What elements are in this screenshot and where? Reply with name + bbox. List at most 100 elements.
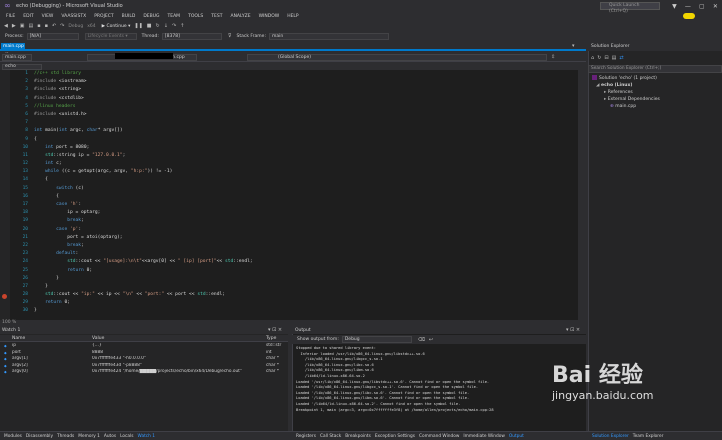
- code-line[interactable]: {: [34, 136, 574, 144]
- configuration-dropdown[interactable]: Debug: [68, 24, 83, 29]
- code-line[interactable]: return 0;: [34, 299, 574, 307]
- user-account-badge[interactable]: [683, 13, 695, 19]
- refresh-icon[interactable]: ↻: [597, 55, 601, 61]
- code-line[interactable]: break;: [34, 217, 574, 225]
- watch-col-name[interactable]: Name: [12, 336, 25, 341]
- project-dropdown[interactable]: echo: [2, 63, 42, 70]
- bottom-tab[interactable]: Autos: [104, 434, 116, 439]
- word-wrap-icon[interactable]: ↩: [429, 337, 433, 343]
- code-line[interactable]: ip = optarg;: [34, 209, 574, 217]
- tree-item-solution[interactable]: Solution 'echo' (1 project): [592, 75, 720, 82]
- redo-icon[interactable]: ↷: [60, 23, 64, 29]
- step-over-icon[interactable]: ↷: [172, 23, 176, 29]
- bottom-tab[interactable]: Command Window: [419, 434, 459, 439]
- close-button[interactable]: ✕: [713, 3, 718, 10]
- code-line[interactable]: {: [34, 176, 574, 184]
- code-line[interactable]: //c++ std library: [34, 70, 574, 78]
- breakpoint-marker-icon[interactable]: [2, 294, 7, 299]
- editor-vertical-scrollbar[interactable]: [578, 70, 586, 320]
- tree-item-external-dependencies[interactable]: ▸ External Dependencies: [592, 96, 720, 103]
- code-line[interactable]: }: [34, 275, 574, 283]
- menu-analyze[interactable]: ANALYZE: [230, 14, 250, 19]
- menu-team[interactable]: TEAM: [168, 14, 181, 19]
- code-line[interactable]: std::cout << "ip:" << ip << "\n" << "por…: [34, 291, 574, 299]
- watch-col-value[interactable]: Value: [92, 336, 104, 341]
- bottom-tab[interactable]: Registers: [296, 434, 316, 439]
- stop-icon[interactable]: ■: [147, 23, 152, 29]
- platform-dropdown[interactable]: x64: [87, 24, 95, 29]
- menu-window[interactable]: WINDOW: [259, 14, 280, 19]
- lifecycle-events-dropdown[interactable]: Lifecycle Events ▾: [84, 32, 137, 40]
- step-out-icon[interactable]: ↑: [180, 23, 184, 29]
- code-line[interactable]: switch (c): [34, 185, 574, 193]
- code-line[interactable]: default:: [34, 250, 574, 258]
- step-into-icon[interactable]: ↓: [164, 23, 168, 29]
- collapse-all-icon[interactable]: ⊟: [604, 55, 608, 61]
- output-source-dropdown[interactable]: Debug: [341, 336, 412, 343]
- menu-view[interactable]: VIEW: [42, 14, 54, 19]
- bottom-tab[interactable]: Memory 1: [78, 434, 100, 439]
- tab-main-cpp[interactable]: main.cpp ×: [1, 43, 25, 57]
- menu-vaassistx[interactable]: VAASSISTX: [61, 14, 86, 19]
- pause-icon[interactable]: ❚❚: [134, 23, 142, 29]
- save-all-icon[interactable]: ▪: [45, 23, 48, 29]
- watch-name[interactable]: argv[0]: [12, 369, 90, 376]
- code-line[interactable]: int port = 8080;: [34, 144, 574, 152]
- menu-file[interactable]: FILE: [6, 14, 15, 19]
- new-project-icon[interactable]: ▣: [20, 23, 25, 29]
- home-icon[interactable]: ⌂: [591, 55, 594, 61]
- clear-output-icon[interactable]: ⌫: [418, 337, 425, 343]
- code-line[interactable]: case 'h':: [34, 201, 574, 209]
- code-line[interactable]: return 0;: [34, 267, 574, 275]
- filter-icon[interactable]: ⊽: [228, 33, 232, 39]
- code-line[interactable]: #include <unistd.h>: [34, 111, 574, 119]
- tab-dropdown-icon[interactable]: ▾: [572, 43, 575, 49]
- open-icon[interactable]: ▤: [28, 23, 33, 29]
- code-line[interactable]: #include <iostream>: [34, 78, 574, 86]
- bottom-tab[interactable]: Output: [509, 434, 524, 439]
- bottom-tab[interactable]: Team Explorer: [633, 434, 664, 439]
- code-line[interactable]: port = atoi(optarg);: [34, 234, 574, 242]
- menu-help[interactable]: HELP: [287, 14, 298, 19]
- bottom-tab[interactable]: Modules: [4, 434, 22, 439]
- save-icon[interactable]: ▪: [37, 23, 40, 29]
- menu-test[interactable]: TEST: [211, 14, 222, 19]
- code-line[interactable]: //linux headers: [34, 103, 574, 111]
- sync-icon[interactable]: ⇄: [619, 55, 623, 61]
- menu-build[interactable]: BUILD: [122, 14, 136, 19]
- undo-icon[interactable]: ↶: [52, 23, 56, 29]
- output-text[interactable]: Stopped due to shared library event: Inf…: [296, 346, 584, 428]
- bottom-tab[interactable]: Solution Explorer: [592, 434, 629, 439]
- code-line[interactable]: #include <cstdlib>: [34, 95, 574, 103]
- split-view-icon[interactable]: ⇳: [551, 54, 555, 60]
- code-line[interactable]: }: [34, 307, 574, 315]
- bottom-tab[interactable]: Threads: [57, 434, 74, 439]
- breakpoint-gutter[interactable]: [0, 70, 10, 320]
- menu-debug[interactable]: DEBUG: [143, 14, 159, 19]
- watch-panel-controls[interactable]: ▾ ⊡ ×: [268, 327, 282, 333]
- bottom-tab[interactable]: Immediate Window: [463, 434, 504, 439]
- watch-row[interactable]: ◆ argv[0] 0x7fffffffe424 "/home/█████/proj…: [0, 369, 288, 376]
- code-line[interactable]: {: [34, 193, 574, 201]
- watch-value[interactable]: 0x7fffffffe424 "/home/█████/projects/ech…: [92, 369, 262, 376]
- solution-explorer-search[interactable]: Search Solution Explorer (Ctrl+;): [588, 65, 722, 73]
- zoom-level[interactable]: 100 %: [2, 320, 16, 325]
- watch-col-type[interactable]: Type: [266, 336, 276, 341]
- bottom-tab[interactable]: Call Stack: [320, 434, 341, 439]
- continue-button[interactable]: ▶ Continue ▾: [102, 24, 131, 29]
- editor-horizontal-scrollbar[interactable]: [34, 320, 586, 324]
- code-lines[interactable]: //c++ std library #include <iostream> #inc…: [34, 70, 574, 320]
- thread-dropdown[interactable]: [8378]: [161, 32, 222, 40]
- menu-project[interactable]: PROJECT: [94, 14, 113, 19]
- bottom-tab[interactable]: Exception Settings: [375, 434, 415, 439]
- code-line[interactable]: while ((c = getopt(argc, argv, "h:p:")) …: [34, 168, 574, 176]
- scope-dropdown[interactable]: (Global Scope): [247, 53, 547, 61]
- notifications-icon[interactable]: ▼: [672, 3, 677, 10]
- menu-edit[interactable]: EDIT: [23, 14, 33, 19]
- menu-tools[interactable]: TOOLS: [188, 14, 203, 19]
- code-line[interactable]: [34, 119, 574, 127]
- tree-item-project[interactable]: ◢ echo (Linux): [592, 82, 720, 89]
- bottom-tab[interactable]: Breakpoints: [345, 434, 371, 439]
- code-line[interactable]: int c;: [34, 160, 574, 168]
- output-panel-controls[interactable]: ▾ ⊡ ×: [566, 327, 580, 333]
